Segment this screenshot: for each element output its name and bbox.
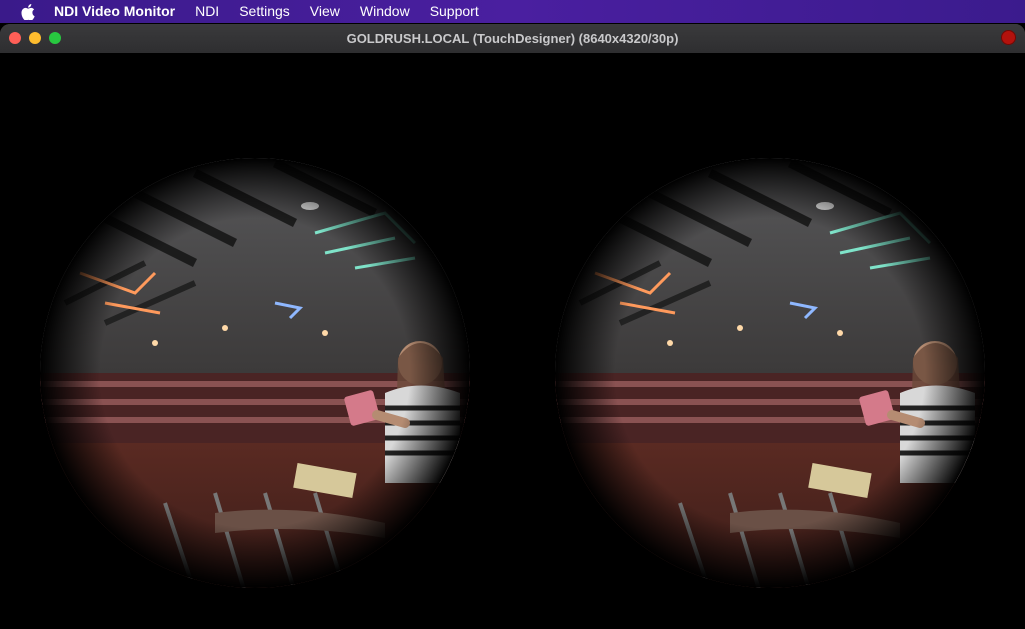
window-title: GOLDRUSH.LOCAL (TouchDesigner) (8640x432…: [346, 31, 679, 46]
menu-settings[interactable]: Settings: [239, 0, 290, 23]
menu-bar: NDI Video Monitor NDI Settings View Wind…: [0, 0, 1025, 23]
monitor-window: GOLDRUSH.LOCAL (TouchDesigner) (8640x432…: [0, 24, 1025, 629]
menu-support[interactable]: Support: [430, 0, 479, 23]
video-viewport: [0, 53, 1025, 629]
vr-stereo-frame: [40, 158, 985, 588]
menu-view[interactable]: View: [310, 0, 340, 23]
apple-icon[interactable]: [20, 3, 36, 20]
menu-ndi[interactable]: NDI: [195, 0, 219, 23]
right-eye-image: [555, 158, 985, 588]
left-eye-image: [40, 158, 470, 588]
menu-window[interactable]: Window: [360, 0, 410, 23]
menu-app-name[interactable]: NDI Video Monitor: [54, 0, 175, 23]
record-indicator[interactable]: [1001, 30, 1016, 45]
title-bar[interactable]: GOLDRUSH.LOCAL (TouchDesigner) (8640x432…: [0, 24, 1025, 54]
